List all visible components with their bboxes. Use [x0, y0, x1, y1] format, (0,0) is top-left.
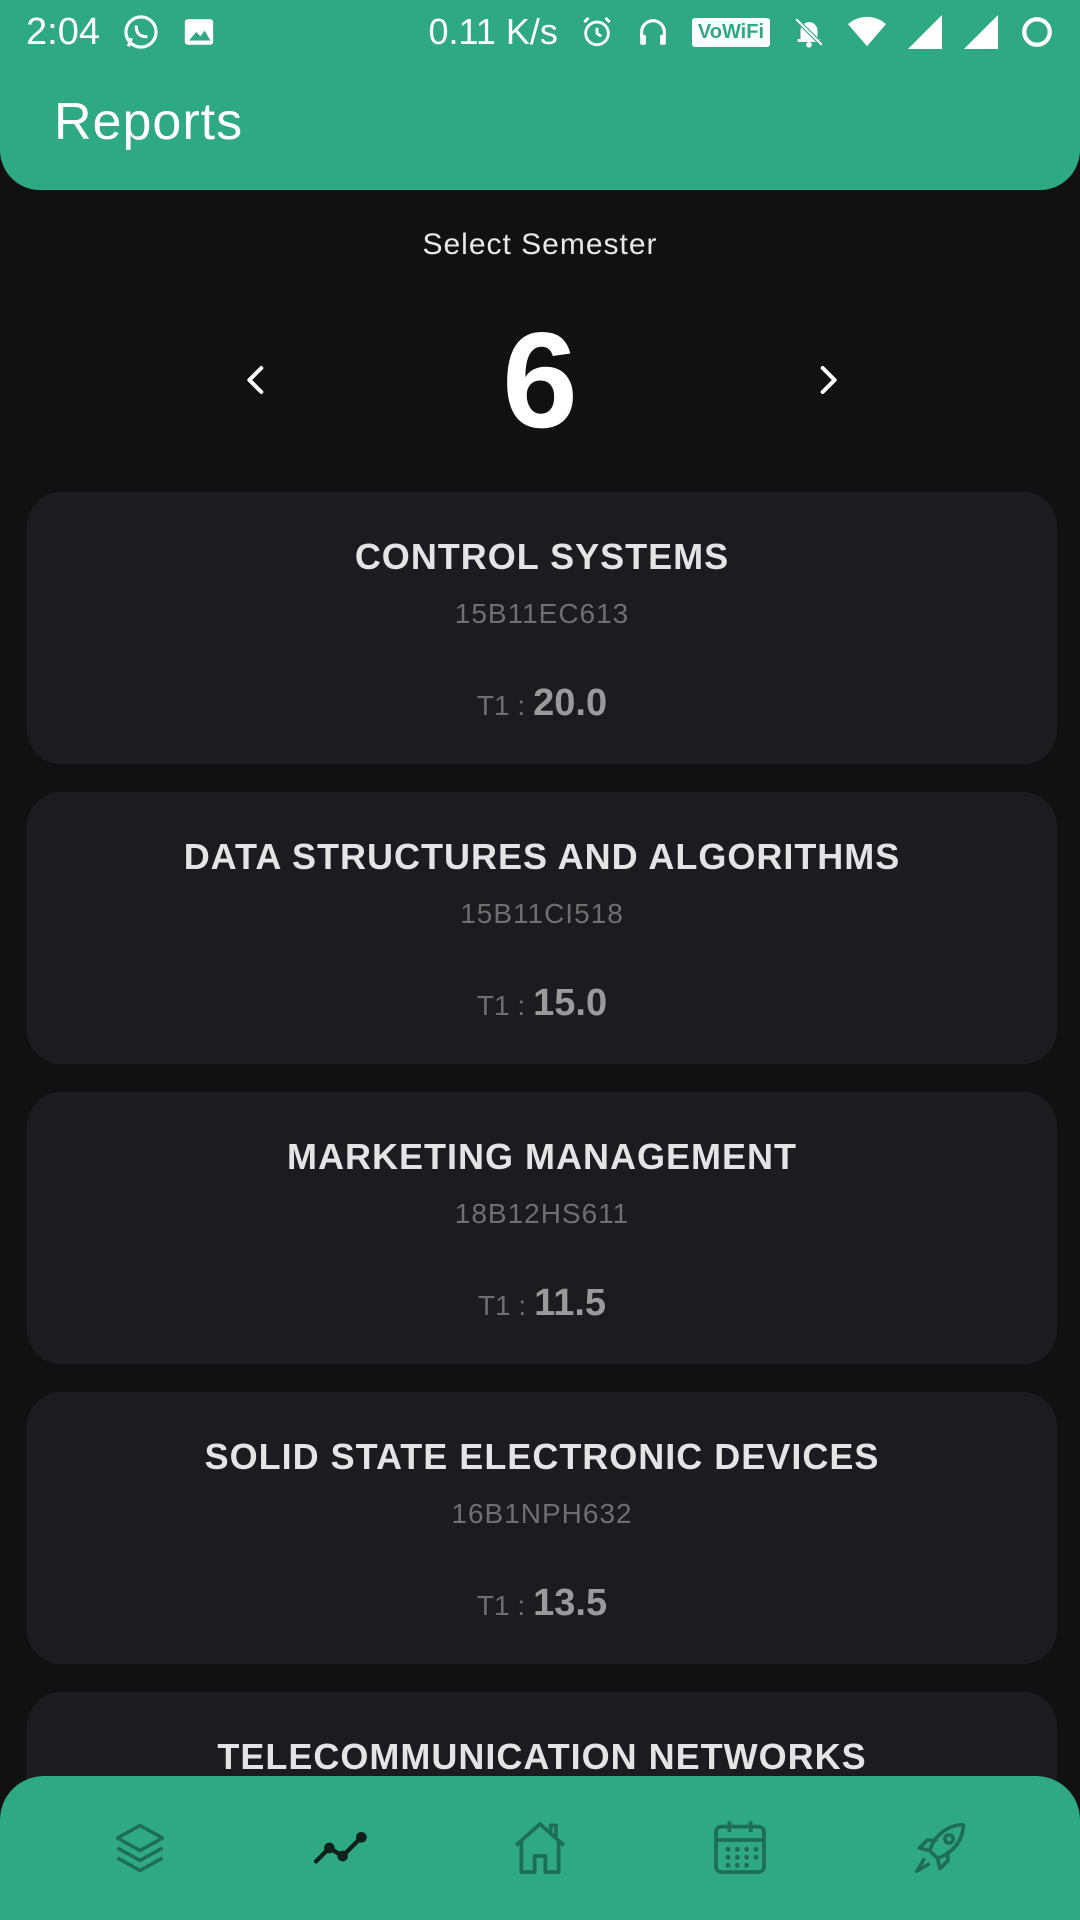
- status-time: 2:04: [26, 10, 100, 53]
- app-header: 2:04 0.11 K/s VoWiFi Reports: [0, 0, 1080, 190]
- subject-name: DATA STRUCTURES AND ALGORITHMS: [183, 836, 901, 877]
- subject-score: T1 : 20.0: [27, 682, 1057, 725]
- nav-rocket[interactable]: [895, 1803, 985, 1893]
- subject-name: TELECOMMUNICATION NETWORKS: [217, 1736, 867, 1777]
- subject-score: T1 : 15.0: [27, 982, 1057, 1025]
- chevron-right-icon: [820, 366, 837, 394]
- subject-code: 16B1NPH632: [451, 1498, 633, 1529]
- subject-card[interactable]: DATA STRUCTURES AND ALGORITHMS 15B11CI51…: [27, 792, 1057, 1064]
- score-label: T1 :: [477, 1290, 527, 1321]
- subject-code: 18B12HS611: [454, 1198, 630, 1229]
- rocket-icon: [914, 1822, 966, 1874]
- battery-ring-icon: [1020, 15, 1054, 49]
- subject-score: T1 : 13.5: [27, 1582, 1057, 1625]
- subject-card[interactable]: SOLID STATE ELECTRONIC DEVICES 16B1NPH63…: [27, 1392, 1057, 1664]
- score-value: 13.5: [533, 1582, 608, 1624]
- nav-reports[interactable]: [295, 1803, 385, 1893]
- alarm-icon: [580, 15, 614, 49]
- headset-icon: [636, 15, 670, 49]
- subject-name: CONTROL SYSTEMS: [354, 536, 730, 577]
- nav-layers[interactable]: [95, 1803, 185, 1893]
- gallery-icon: [182, 15, 216, 49]
- muted-bell-icon: [792, 15, 826, 49]
- score-value: 15.0: [533, 982, 608, 1024]
- reports-screen: 2:04 0.11 K/s VoWiFi Reports Select Seme…: [0, 0, 1080, 1920]
- trend-chart-icon: [313, 1832, 367, 1864]
- nav-home[interactable]: [495, 1803, 585, 1893]
- semester-selector: 6: [0, 300, 1080, 460]
- score-value: 20.0: [533, 682, 608, 724]
- score-value: 11.5: [534, 1282, 607, 1324]
- subject-name: SOLID STATE ELECTRONIC DEVICES: [204, 1436, 880, 1477]
- bottom-navigation: [0, 1776, 1080, 1920]
- next-semester-button[interactable]: [798, 350, 858, 410]
- score-label: T1 :: [476, 1590, 526, 1621]
- page-title: Reports: [54, 93, 244, 151]
- status-right: 0.11 K/s VoWiFi: [428, 11, 1054, 53]
- subject-code: 15B11EC613: [454, 598, 630, 629]
- home-icon: [514, 1822, 566, 1874]
- score-label: T1 :: [476, 990, 526, 1021]
- nav-calendar[interactable]: [695, 1803, 785, 1893]
- network-speed: 0.11 K/s: [428, 11, 558, 52]
- subject-name: MARKETING MANAGEMENT: [287, 1136, 797, 1177]
- signal-icon: [964, 15, 998, 49]
- subject-code: 15B11CI518: [460, 898, 624, 929]
- semester-value: 6: [502, 304, 578, 456]
- layers-icon: [115, 1823, 165, 1873]
- subject-card[interactable]: MARKETING MANAGEMENT 18B12HS611 T1 : 11.…: [27, 1092, 1057, 1364]
- calendar-icon: [714, 1821, 766, 1874]
- semester-label: Select Semester: [422, 228, 658, 261]
- whatsapp-icon: [122, 13, 160, 51]
- vowifi-icon: VoWiFi: [691, 17, 770, 47]
- score-label: T1 :: [476, 690, 526, 721]
- subject-card[interactable]: CONTROL SYSTEMS 15B11EC613 T1 : 20.0: [27, 492, 1057, 764]
- signal-icon: [908, 15, 942, 49]
- subject-score: T1 : 11.5: [27, 1282, 1057, 1325]
- status-left: 2:04: [26, 11, 216, 54]
- status-bar: 2:04 0.11 K/s VoWiFi: [0, 0, 1080, 64]
- wifi-icon: [848, 15, 886, 49]
